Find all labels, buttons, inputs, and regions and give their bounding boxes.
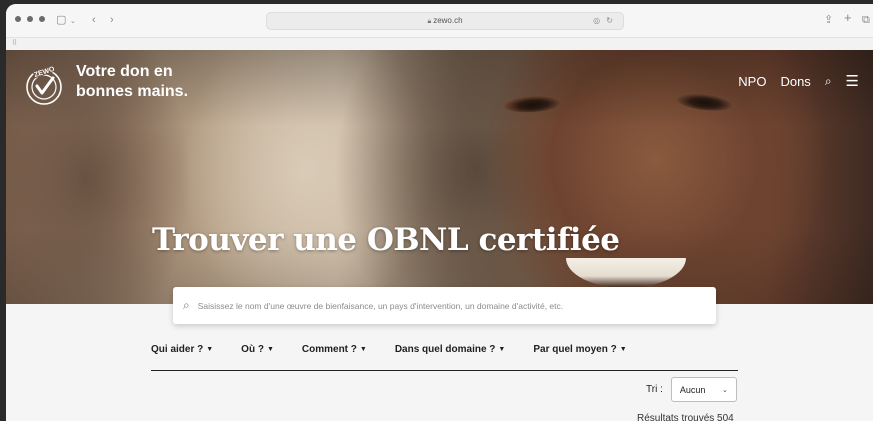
filter-qui-aider[interactable]: Qui aider ? ▼ [151, 343, 213, 370]
back-arrow-icon[interactable]: ‹ [92, 13, 96, 27]
share-icon[interactable]: ⇪ [824, 13, 833, 27]
filter-label: Dans quel domaine ? [394, 344, 496, 355]
forward-arrow-icon[interactable]: › [110, 13, 114, 27]
nav-link-npo[interactable]: NPO [738, 74, 766, 89]
url-text: zewo.ch [433, 16, 463, 25]
filter-label: Qui aider ? [151, 344, 204, 355]
filter-domaine[interactable]: Dans quel domaine ? ▼ [395, 343, 506, 370]
filter-label: Par quel moyen ? [533, 344, 617, 355]
caret-down-icon: ▼ [359, 346, 367, 353]
filter-moyen[interactable]: Par quel moyen ? ▼ [533, 343, 626, 370]
window-controls[interactable] [15, 16, 45, 22]
results-count: Résultats trouvés 504 [637, 413, 734, 421]
hero-banner: ZEWO Votre don en bonnes mains. NPO Dons… [6, 50, 873, 304]
new-tab-icon[interactable]: + [844, 11, 852, 25]
lock-icon: 🔒︎ [427, 18, 432, 25]
filter-comment[interactable]: Comment ? ▼ [302, 343, 367, 370]
caret-down-icon: ▼ [619, 346, 627, 353]
menu-icon[interactable]: ☰ [846, 72, 859, 90]
address-bar[interactable]: 🔒︎ zewo.ch ◎ ↻ [266, 12, 624, 30]
browser-toolbar: ▢ ⌄ ‹ › 🔒︎ zewo.ch ◎ ↻ ⇪ + ⧉ [6, 4, 873, 38]
search-icon: ⌕ [183, 298, 190, 312]
charity-search-box[interactable]: ⌕ [173, 287, 716, 324]
nav-link-dons[interactable]: Dons [780, 74, 810, 89]
page-title: Trouver une OBNL certifiée [152, 222, 620, 258]
grid-icon[interactable]: ⠿ [12, 39, 17, 47]
zoom-window-button[interactable] [39, 16, 45, 22]
browser-window: ▢ ⌄ ‹ › 🔒︎ zewo.ch ◎ ↻ ⇪ + ⧉ ⠿ ZEWO Votre… [6, 4, 873, 421]
tagline-line-2: bonnes mains. [76, 83, 189, 100]
search-input[interactable] [197, 300, 698, 311]
reload-icon[interactable]: ◎ ↻ [593, 13, 615, 29]
close-window-button[interactable] [15, 16, 21, 22]
caret-down-icon: ▼ [206, 346, 214, 353]
search-icon[interactable]: ⌕ [825, 74, 832, 89]
tabs-overview-icon[interactable]: ⧉ [862, 13, 870, 27]
chevron-down-icon: ⌄ [721, 386, 728, 394]
top-navigation: NPO Dons ⌕ ☰ [738, 72, 859, 90]
sort-select[interactable]: Aucun ⌄ [670, 377, 737, 402]
sidebar-toggle-icon[interactable]: ▢ [56, 13, 66, 27]
chevron-down-icon[interactable]: ⌄ [70, 15, 76, 29]
caret-down-icon: ▼ [498, 346, 506, 353]
sort-control: Tri : Aucun ⌄ [646, 377, 737, 402]
filter-bar: Qui aider ? ▼ Où ? ▼ Comment ? ▼ Dans qu… [151, 343, 738, 371]
minimize-window-button[interactable] [27, 16, 33, 22]
bookmarks-bar: ⠿ [6, 38, 873, 50]
filter-label: Comment ? [301, 344, 357, 355]
sort-label: Tri : [646, 384, 663, 395]
filter-label: Où ? [241, 344, 264, 355]
sort-value: Aucun [679, 384, 706, 395]
tagline-line-1: Votre don en [76, 63, 173, 80]
caret-down-icon: ▼ [266, 346, 274, 353]
zewo-logo[interactable]: ZEWO [24, 66, 64, 106]
hero-photo-detail [503, 93, 563, 115]
hero-photo-detail [675, 91, 735, 113]
filter-ou[interactable]: Où ? ▼ [241, 343, 274, 370]
hero-photo-detail [566, 258, 686, 288]
tagline: Votre don en bonnes mains. [76, 62, 188, 102]
